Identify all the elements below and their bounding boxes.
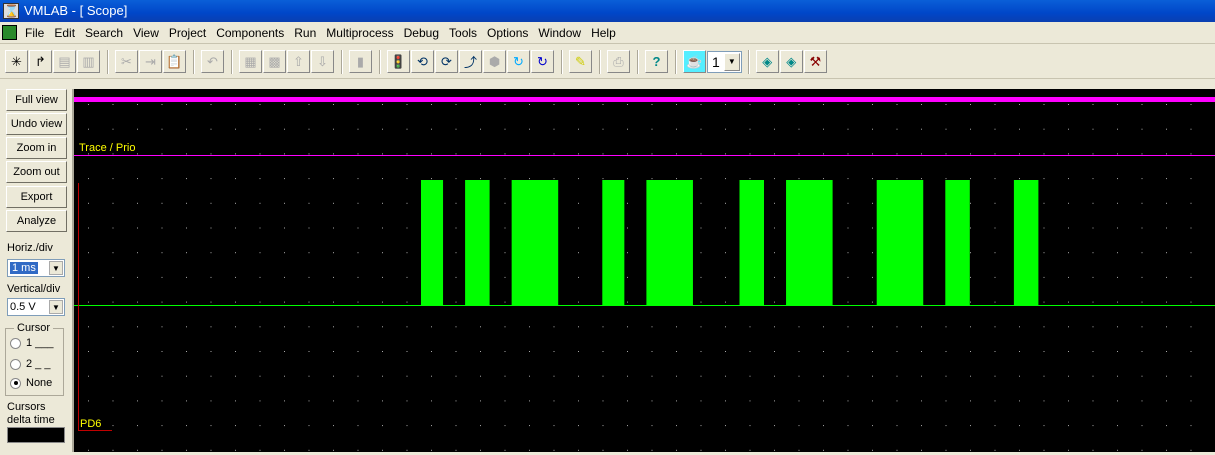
menu-view[interactable]: View [133, 26, 159, 40]
pulse [421, 180, 444, 305]
pulse [739, 180, 764, 305]
pulse [876, 180, 924, 305]
scope-display[interactable]: Trace / Prio PD6 [72, 89, 1215, 452]
save-all-icon[interactable]: ▥ [77, 50, 100, 73]
tools-icon[interactable]: ⚒ [803, 50, 827, 73]
save-icon[interactable]: ▤ [53, 50, 76, 73]
menu-window[interactable]: Window [538, 26, 581, 40]
chip-icon[interactable]: ◈ [755, 50, 779, 73]
vert-div-label: Vertical/div [7, 283, 61, 295]
export-button[interactable]: Export [6, 186, 67, 208]
scope-control-panel: Full view Undo view Zoom in Zoom out Exp… [0, 80, 70, 452]
pulse [1013, 180, 1039, 305]
menu-project[interactable]: Project [169, 26, 206, 40]
build-icon[interactable]: ▦ [239, 50, 262, 73]
menu-help[interactable]: Help [591, 26, 616, 40]
cursors-delta-value [7, 427, 65, 443]
mdi-child-icon[interactable] [2, 25, 17, 40]
cursor-none-radio[interactable]: None [10, 377, 52, 389]
title-bar: ⌛ VMLAB - [ Scope] [0, 0, 1215, 22]
step-out-icon[interactable]: ⤴ [459, 50, 482, 73]
menu-components[interactable]: Components [216, 26, 284, 40]
cursors-delta-label-2: delta time [7, 414, 55, 426]
step-into-icon[interactable]: ⟲ [411, 50, 434, 73]
process-select[interactable]: 1 ▼ [707, 50, 742, 73]
horiz-div-label: Horiz./div [7, 242, 53, 254]
chevron-down-icon[interactable]: ▼ [723, 52, 740, 71]
pd6-label: PD6 [80, 418, 101, 430]
pulse [465, 180, 490, 305]
zoom-out-button[interactable]: Zoom out [6, 161, 67, 183]
horiz-div-select[interactable]: 1 ms ▼ [7, 259, 65, 277]
traffic-light-go-icon[interactable]: 🚦 [387, 50, 410, 73]
menu-tools[interactable]: Tools [449, 26, 477, 40]
trace-prio-bar [74, 97, 1215, 102]
window-title: VMLAB - [ Scope] [24, 3, 128, 18]
step-over-icon[interactable]: ⟳ [435, 50, 458, 73]
vert-div-select[interactable]: 0.5 V ▼ [7, 298, 65, 316]
menu-debug[interactable]: Debug [404, 26, 439, 40]
download-icon[interactable]: ⇩ [311, 50, 334, 73]
help-icon[interactable]: ? [645, 50, 668, 73]
pulse [945, 180, 970, 305]
step-icon[interactable]: ▮ [349, 50, 372, 73]
app-icon: ⌛ [3, 3, 19, 19]
trace-prio-label: Trace / Prio [79, 142, 135, 154]
pulse [786, 180, 833, 305]
upload-icon[interactable]: ⇧ [287, 50, 310, 73]
clear-icon[interactable]: ✎ [569, 50, 592, 73]
reset-icon[interactable]: ↻ [531, 50, 554, 73]
pulse [602, 180, 625, 305]
menu-file[interactable]: File [25, 26, 44, 40]
menu-run[interactable]: Run [294, 26, 316, 40]
chevron-down-icon[interactable]: ▼ [49, 300, 63, 314]
undo-view-button[interactable]: Undo view [6, 113, 67, 135]
pulse [646, 180, 693, 305]
restart-icon[interactable]: ↻ [507, 50, 530, 73]
zoom-in-button[interactable]: Zoom in [6, 137, 67, 159]
toolbar: ✳ ↱ ▤ ▥ ✂ ⇥ 📋 ↶ ▦ ▩ ⇧ ⇩ ▮ 🚦 ⟲ ⟳ ⤴ ⬢ ↻ ↻ … [0, 45, 1215, 79]
process-icon: ☕ [683, 50, 706, 73]
cursors-delta-label: Cursors [7, 401, 46, 413]
new-icon[interactable]: ✳ [5, 50, 28, 73]
copy-icon[interactable]: ⇥ [139, 50, 162, 73]
build-all-icon[interactable]: ▩ [263, 50, 286, 73]
analyze-button[interactable]: Analyze [6, 210, 67, 232]
stop-icon[interactable]: ⬢ [483, 50, 506, 73]
paste-icon[interactable]: 📋 [163, 50, 186, 73]
cursor-label: Cursor [14, 322, 54, 334]
cursor-2-radio[interactable]: 2 _ _ [10, 358, 50, 370]
menu-multiprocess[interactable]: Multiprocess [326, 26, 393, 40]
menu-bar: File Edit Search View Project Components Run Mu… [0, 22, 1215, 44]
pulse [511, 180, 559, 305]
menu-options[interactable]: Options [487, 26, 528, 40]
cursor-1-radio[interactable]: 1 ___ [10, 337, 54, 349]
menu-search[interactable]: Search [85, 26, 123, 40]
undo-icon[interactable]: ↶ [201, 50, 224, 73]
menu-edit[interactable]: Edit [54, 26, 75, 40]
cut-icon[interactable]: ✂ [115, 50, 138, 73]
scope-canvas: Trace / Prio PD6 [74, 97, 1215, 451]
open-icon[interactable]: ↱ [29, 50, 52, 73]
pd6-waveform [421, 180, 1039, 305]
full-view-button[interactable]: Full view [6, 89, 67, 111]
print-icon[interactable]: ⎙ [607, 50, 630, 73]
chip-dots-icon[interactable]: ◈ [779, 50, 803, 73]
chevron-down-icon[interactable]: ▼ [49, 261, 63, 275]
